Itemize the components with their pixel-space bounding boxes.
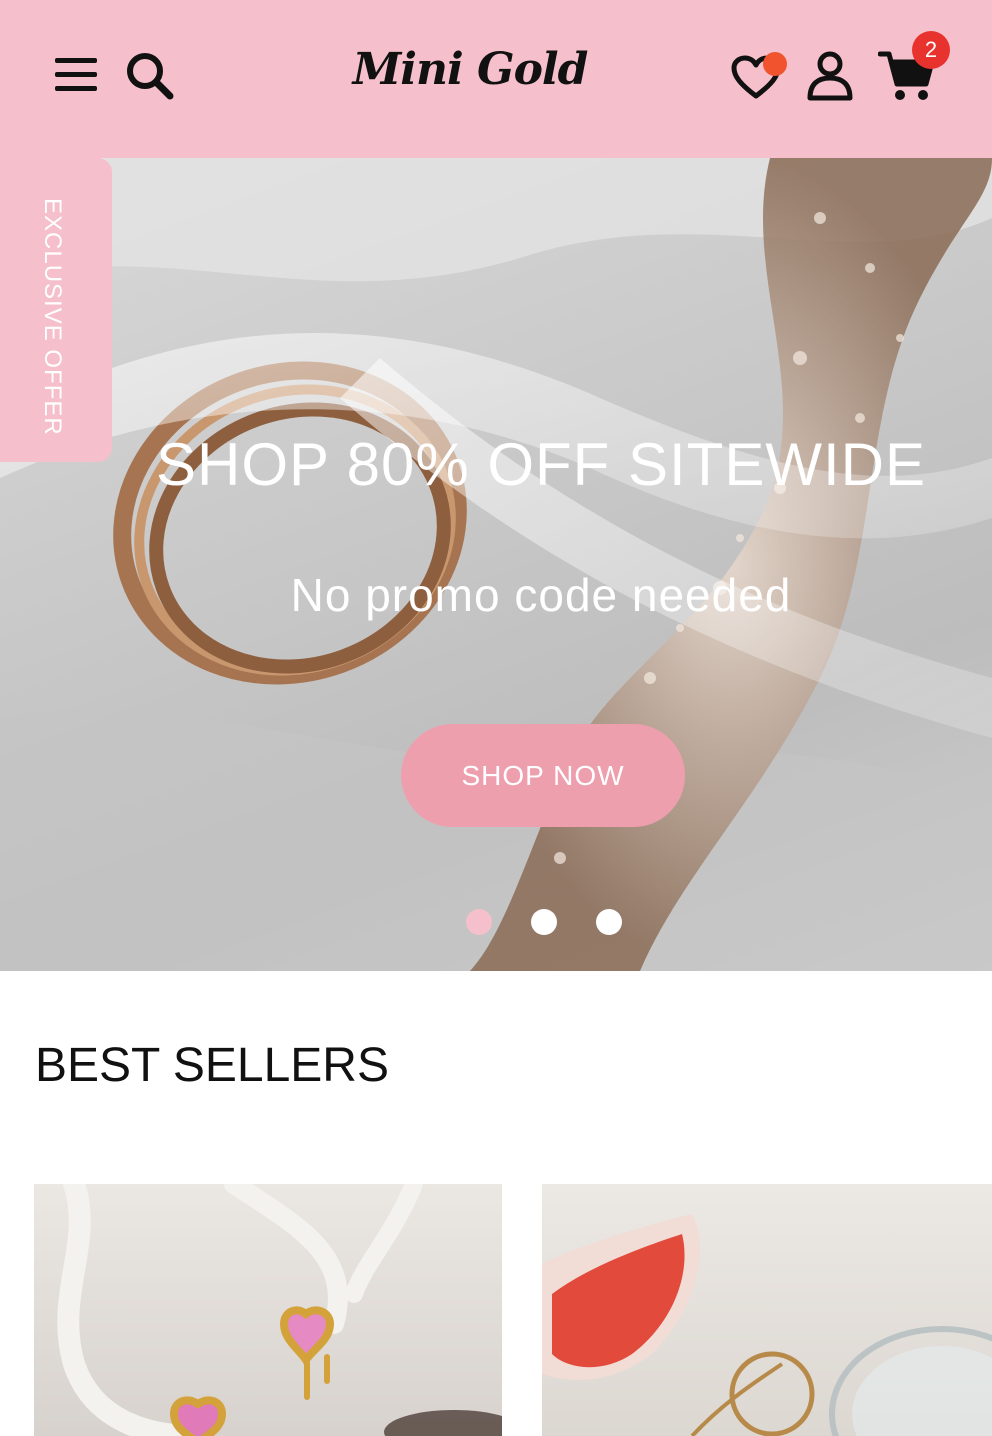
user-icon[interactable] bbox=[806, 50, 854, 102]
exclusive-offer-tab[interactable]: EXCLUSIVE OFFER bbox=[0, 158, 112, 462]
exclusive-offer-label: EXCLUSIVE OFFER bbox=[39, 198, 66, 436]
carousel-dot-3[interactable] bbox=[596, 909, 622, 935]
site-header: Mini Gold 2 bbox=[0, 0, 992, 158]
product-card[interactable] bbox=[542, 1184, 992, 1436]
shop-now-button[interactable]: SHOP NOW bbox=[401, 724, 685, 827]
hero-headline: SHOP 80% OFF SITEWIDE bbox=[155, 431, 927, 498]
brand-logo[interactable]: Mini Gold bbox=[0, 44, 940, 95]
carousel-dot-1[interactable] bbox=[466, 909, 492, 935]
best-sellers-heading: BEST SELLERS bbox=[35, 1039, 389, 1092]
product-image bbox=[57, 1184, 502, 1436]
product-image bbox=[542, 1214, 992, 1436]
product-card[interactable] bbox=[34, 1184, 502, 1436]
hero-subheadline: No promo code needed bbox=[290, 569, 792, 621]
wishlist-notification-dot bbox=[763, 52, 787, 76]
carousel-dot-2[interactable] bbox=[531, 909, 557, 935]
hero-jewelry-image bbox=[0, 158, 992, 971]
carousel-indicators bbox=[466, 909, 626, 935]
cart-count-badge: 2 bbox=[912, 31, 950, 69]
hero-banner: SHOP 80% OFF SITEWIDE No promo code need… bbox=[0, 158, 992, 971]
